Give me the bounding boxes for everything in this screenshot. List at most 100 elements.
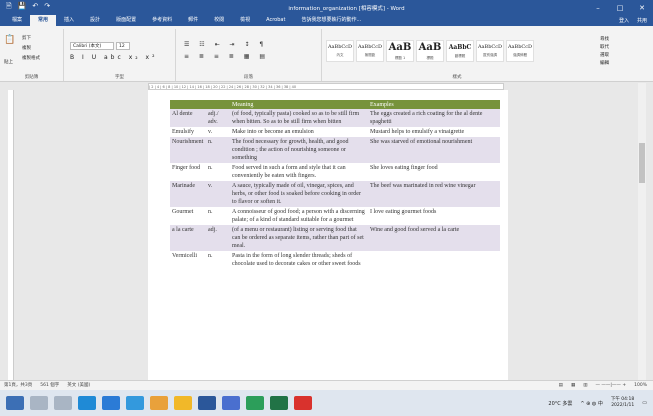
excel-icon[interactable] bbox=[270, 396, 288, 410]
example-cell[interactable]: She was starved of emotional nourishment bbox=[368, 137, 500, 163]
tab-acrobat[interactable]: Acrobat bbox=[258, 15, 293, 26]
undo-icon[interactable]: ↶ bbox=[32, 2, 38, 13]
redo-icon[interactable]: ↷ bbox=[44, 2, 50, 13]
pos-cell[interactable]: n. bbox=[206, 137, 230, 163]
tab-layout[interactable]: 版面配置 bbox=[108, 15, 144, 26]
scrollbar-thumb[interactable] bbox=[639, 143, 645, 183]
close-icon[interactable]: ✕ bbox=[631, 4, 653, 12]
cut-button[interactable]: 剪下 bbox=[22, 35, 31, 41]
table-row: Nourishment n. The food necessary for gr… bbox=[170, 137, 500, 163]
tab-references[interactable]: 參考資料 bbox=[144, 15, 180, 26]
pos-cell[interactable]: v. bbox=[206, 127, 230, 137]
find-button[interactable]: 尋找 bbox=[600, 36, 609, 44]
word-cell[interactable]: Marinade bbox=[170, 181, 206, 207]
folder-icon[interactable] bbox=[174, 396, 192, 410]
read-mode-icon[interactable]: ▤ bbox=[559, 381, 563, 390]
meaning-cell[interactable]: A sauce, typically made of oil, vinegar,… bbox=[230, 181, 368, 207]
word-cell[interactable]: Nourishment bbox=[170, 137, 206, 163]
weather-widget[interactable]: 20°C 多雲 bbox=[548, 400, 572, 407]
chrome-icon[interactable] bbox=[150, 396, 168, 410]
ie-icon[interactable] bbox=[126, 396, 144, 410]
example-cell[interactable]: She loves eating finger food bbox=[368, 163, 500, 181]
word-cell[interactable]: Emulsify bbox=[170, 127, 206, 137]
font-size-select[interactable]: 12 bbox=[116, 42, 130, 50]
table-header: Meaning bbox=[230, 100, 368, 109]
pos-cell[interactable]: n. bbox=[206, 207, 230, 225]
language-indicator[interactable]: 英文 (美國) bbox=[67, 381, 90, 390]
meaning-cell[interactable]: Food served in such a form and style tha… bbox=[230, 163, 368, 181]
align-buttons[interactable]: ≡ ≣ ≡ ≣ ▦ ▤ bbox=[184, 53, 269, 60]
pos-cell[interactable]: n. bbox=[206, 163, 230, 181]
styles-group: 樣式 bbox=[322, 29, 592, 81]
meaning-cell[interactable]: (of food, typically pasta) cooked so as … bbox=[230, 109, 368, 127]
word-cell[interactable]: Al dente bbox=[170, 109, 206, 127]
example-cell[interactable]: Wine and good food served a la carte bbox=[368, 225, 500, 251]
save-icon[interactable]: 💾 bbox=[18, 2, 27, 13]
example-cell[interactable]: The beef was marinated in red wine vineg… bbox=[368, 181, 500, 207]
web-layout-icon[interactable]: ▥ bbox=[583, 381, 587, 390]
task-view-icon[interactable] bbox=[54, 396, 72, 410]
minimize-icon[interactable]: – bbox=[587, 4, 609, 12]
example-cell[interactable]: Mustard helps to emulsify a vinaigrette bbox=[368, 127, 500, 137]
pos-cell[interactable]: n. bbox=[206, 251, 230, 269]
ribbon-tabs: 檔案 常用 插入 設計 版面配置 參考資料 郵件 校閱 檢視 Acrobat 告… bbox=[0, 15, 653, 26]
app-icon[interactable] bbox=[222, 396, 240, 410]
tray-icons[interactable]: ^ ⊕ ◍ 中 bbox=[580, 400, 603, 407]
horizontal-ruler[interactable]: | 2 | 4 | 6 | 8 | 10 | 12 | 14 | 16 | 18… bbox=[148, 83, 504, 90]
search-icon[interactable] bbox=[30, 396, 48, 410]
tab-mailings[interactable]: 郵件 bbox=[180, 15, 206, 26]
vertical-scrollbar[interactable] bbox=[638, 83, 646, 380]
example-cell[interactable]: I love eating gourmet foods bbox=[368, 207, 500, 225]
tab-review[interactable]: 校閱 bbox=[206, 15, 232, 26]
print-layout-icon[interactable]: ▦ bbox=[571, 381, 575, 390]
font-name-select[interactable]: Calibri (本文) bbox=[70, 42, 114, 50]
word-cell[interactable]: Gourmet bbox=[170, 207, 206, 225]
document-page[interactable]: Meaning Examples Al dente adj./ adv. (of… bbox=[148, 90, 508, 380]
edge-icon[interactable] bbox=[78, 396, 96, 410]
table-row: Marinade v. A sauce, typically made of o… bbox=[170, 181, 500, 207]
zoom-slider[interactable]: — ——|—— + bbox=[595, 381, 626, 390]
example-cell[interactable] bbox=[368, 251, 500, 269]
pos-cell[interactable]: adj. bbox=[206, 225, 230, 251]
word-cell[interactable]: Vermicelli bbox=[170, 251, 206, 269]
example-cell[interactable]: The eggs created a rich coating for the … bbox=[368, 109, 500, 127]
table-row: Gourmet n. A connoisseur of good food; a… bbox=[170, 207, 500, 225]
meaning-cell[interactable]: The food necessary for growth, health, a… bbox=[230, 137, 368, 163]
maximize-icon[interactable]: □ bbox=[609, 4, 631, 12]
pos-cell[interactable]: v. bbox=[206, 181, 230, 207]
clock[interactable]: 下午 04:18 2022/1/11 bbox=[611, 397, 634, 409]
meaning-cell[interactable]: Pasta in the form of long slender thread… bbox=[230, 251, 368, 269]
tab-view[interactable]: 檢視 bbox=[232, 15, 258, 26]
vertical-ruler[interactable] bbox=[8, 90, 14, 380]
notification-icon[interactable]: ▭ bbox=[642, 400, 647, 406]
replace-button[interactable]: 取代 bbox=[600, 44, 609, 52]
paste-icon[interactable]: 📋 bbox=[4, 35, 15, 45]
tab-insert[interactable]: 插入 bbox=[56, 15, 82, 26]
page-count[interactable]: 第1頁，共3頁 bbox=[4, 381, 32, 390]
zoom-level[interactable]: 100% bbox=[634, 381, 647, 390]
select-button[interactable]: 選取 bbox=[600, 52, 609, 60]
format-painter-button[interactable]: 複製格式 bbox=[22, 55, 40, 61]
sign-in-link[interactable]: 登入 bbox=[619, 17, 629, 24]
search-box[interactable]: 告訴我您想要執行的動作... bbox=[293, 15, 369, 26]
share-button[interactable]: 共用 bbox=[637, 17, 647, 24]
paste-button[interactable]: 貼上 bbox=[4, 59, 13, 65]
meaning-cell[interactable]: (of a menu or restaurant) listing or ser… bbox=[230, 225, 368, 251]
pos-cell[interactable]: adj./ adv. bbox=[206, 109, 230, 127]
list-buttons[interactable]: ☰ ☷ ⇤ ⇥ ↕ ¶ bbox=[184, 41, 267, 48]
tab-design[interactable]: 設計 bbox=[82, 15, 108, 26]
word-count[interactable]: 561 個字 bbox=[40, 381, 59, 390]
meaning-cell[interactable]: Make into or become an emulsion bbox=[230, 127, 368, 137]
store-icon[interactable] bbox=[102, 396, 120, 410]
windows-start-icon[interactable] bbox=[6, 396, 24, 410]
copy-button[interactable]: 複製 bbox=[22, 45, 31, 51]
line-icon[interactable] bbox=[246, 396, 264, 410]
word-cell[interactable]: a la carte bbox=[170, 225, 206, 251]
acrobat-icon[interactable] bbox=[294, 396, 312, 410]
word-cell[interactable]: Finger food bbox=[170, 163, 206, 181]
tab-file[interactable]: 檔案 bbox=[4, 15, 30, 26]
word-taskbar-icon[interactable] bbox=[198, 396, 216, 410]
meaning-cell[interactable]: A connoisseur of good food; a person wit… bbox=[230, 207, 368, 225]
format-buttons[interactable]: B I U abc x₂ x² bbox=[70, 54, 158, 61]
tab-home[interactable]: 常用 bbox=[30, 15, 57, 26]
